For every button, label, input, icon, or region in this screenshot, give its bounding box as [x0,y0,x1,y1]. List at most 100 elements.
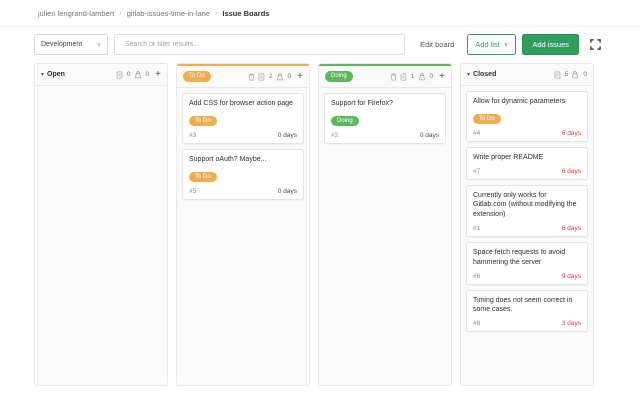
board-list: To Do 2 0 + Add CSS for browser action p… [176,63,310,386]
issue-label-pill[interactable]: To Do [473,113,501,125]
issues-count-icon [554,70,561,79]
breadcrumb-project-link[interactable]: gitlab-issues-time-in-lane [127,9,210,18]
trash-icon[interactable] [248,72,255,81]
add-list-label: Add list [475,40,500,49]
weight-icon [276,72,284,81]
list-title: Closed [473,71,497,78]
issue-days-badge: 0 days [277,187,297,195]
chevron-down-icon: ∨ [96,42,101,48]
issue-ref: #5 [189,187,197,195]
trash-icon[interactable] [390,72,397,81]
issue-card[interactable]: Timing does not seem correct in some cas… [466,289,588,333]
issue-ref: #1 [473,224,481,232]
board-list: Doing 1 0 + Support for Firefox? Doing #… [318,63,452,386]
issue-card[interactable]: Allow for dynamic parameters To Do #4 6 … [466,91,588,142]
maximize-icon[interactable] [588,38,602,52]
list-label-pill[interactable]: To Do [183,71,211,82]
issue-ref: #2 [331,131,339,139]
issues-count-icon [116,70,123,79]
weight-count: 0 [287,73,292,80]
issue-card-footer: #3 0 days [189,132,297,139]
issue-ref: #8 [473,320,481,328]
issue-days-badge: 6 days [561,224,581,232]
issue-card[interactable]: Write proper README #7 6 days [466,146,588,180]
issue-card[interactable]: Currently only works for Gitlab.com (wit… [466,184,588,237]
weight-count: 0 [583,71,587,78]
issue-card-footer: #2 0 days [331,132,439,139]
issue-ref: #6 [473,272,481,280]
issue-board: ▾ Open 0 0 + To Do 2 0 + Add CSS for bro… [0,62,640,386]
issue-days-badge: 6 days [561,129,581,137]
issue-days-badge: 6 days [561,167,581,175]
issue-days-badge: 0 days [277,131,297,139]
issue-title: Allow for dynamic parameters [473,98,566,105]
issue-card[interactable]: Support for Firefox? Doing #2 0 days [324,93,446,144]
issue-title: Write proper README [473,153,544,161]
issue-title: Support oAuth? Maybe... [189,155,267,163]
breadcrumb-separator: › [119,9,122,17]
issues-count-icon [258,72,265,81]
issue-ref: #4 [473,129,481,137]
issue-title: Timing does not seem correct in some cas… [473,296,573,314]
issue-title: Support for Firefox? [331,100,393,107]
board-switcher-value: Development [41,41,83,48]
breadcrumb-current-page: Issue Boards [222,8,270,18]
search-input[interactable] [123,40,397,49]
weight-icon [571,70,579,79]
search-filter-bar[interactable] [114,34,406,55]
issue-days-badge: 9 days [561,272,581,280]
issues-count-icon [400,72,407,81]
add-list-button[interactable]: Add list ∨ [467,34,517,55]
issue-title: Currently only works for Gitlab.com (wit… [473,191,577,219]
issue-days-badge: 3 days [561,320,581,328]
chevron-down-icon[interactable]: ▾ [41,71,44,78]
chevron-down-icon[interactable]: ▾ [467,71,470,78]
list-label-pill[interactable]: Doing [325,71,353,82]
add-issues-button[interactable]: Add issues [522,34,579,55]
edit-board-button[interactable]: Edit board [413,34,461,55]
issues-count: 0 [126,71,131,78]
issue-card-footer: #1 6 days [473,225,581,232]
list-body [35,86,167,385]
issue-days-badge: 0 days [419,131,439,139]
issue-card[interactable]: Space fetch requests to avoid hammering … [466,241,588,285]
issues-count: 2 [268,73,273,80]
add-issue-to-list-button[interactable]: + [294,71,303,82]
issue-card-footer: #6 9 days [473,273,581,280]
issue-card[interactable]: Support oAuth? Maybe... To Do #5 0 days [182,148,304,200]
weight-icon [418,72,426,81]
issue-card[interactable]: Add CSS for browser action page To Do #3… [182,93,304,144]
weight-count: 0 [145,71,150,78]
board-list: ▾ Closed 5 0 Allow for dynamic parameter… [460,63,594,386]
issue-card-footer: #7 6 days [473,168,581,175]
breadcrumb: julien lengrand-lambert › gitlab-issues-… [0,0,640,27]
issue-card-footer: #5 0 days [189,188,297,195]
issue-card-footer: #8 3 days [473,320,581,327]
breadcrumb-separator: › [215,9,218,17]
list-header: Doing 1 0 + [319,66,451,88]
issue-label-pill[interactable]: Doing [331,115,359,127]
add-issue-to-list-button[interactable]: + [152,69,161,80]
board-list: ▾ Open 0 0 + [34,63,168,386]
breadcrumb-user-link[interactable]: julien lengrand-lambert [38,9,114,18]
issues-count: 5 [564,71,569,78]
issue-title: Space fetch requests to avoid hammering … [473,248,566,266]
issue-label-pill[interactable]: To Do [189,171,217,183]
board-switcher-dropdown[interactable]: Development ∨ [34,34,108,55]
issue-card-footer: #4 6 days [473,130,581,137]
list-body: Support for Firefox? Doing #2 0 days [319,88,451,385]
list-header: ▾ Open 0 0 + [35,64,167,86]
list-header: To Do 2 0 + [177,66,309,88]
issues-count: 1 [410,73,415,80]
issue-ref: #7 [473,167,481,175]
issue-ref: #3 [189,131,197,139]
weight-icon [134,70,142,79]
list-body: Add CSS for browser action page To Do #3… [177,88,309,385]
chevron-down-icon: ∨ [503,42,509,48]
list-header: ▾ Closed 5 0 [461,64,593,86]
board-toolbar: Development ∨ Edit board Add list ∨ Add … [0,27,640,62]
issue-label-pill[interactable]: To Do [189,115,217,127]
issue-title: Add CSS for browser action page [189,100,293,107]
list-body: Allow for dynamic parameters To Do #4 6 … [461,86,593,385]
add-issue-to-list-button[interactable]: + [436,71,445,82]
